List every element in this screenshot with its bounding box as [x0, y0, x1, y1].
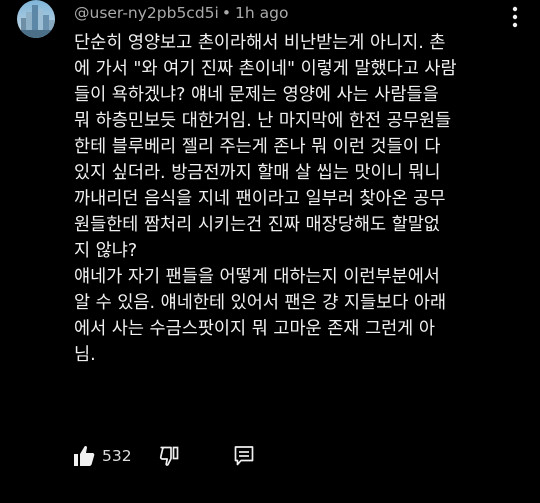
more-vert-icon [512, 6, 518, 28]
comment-text-line: 알 수 있음. 얘네한테 있어서 팬은 걍 지들보다 아래 [74, 293, 447, 313]
comment-actions: 532 [72, 444, 292, 470]
comment-item: @user-ny2pb5cd5i • 1h ago 단순히 영양보고 촌이라해서 비… [0, 0, 540, 503]
avatar[interactable] [17, 0, 55, 38]
comment-timestamp[interactable]: 1h ago [235, 4, 288, 22]
comment-text-line: 님. [74, 345, 96, 365]
comment-text-line: 들이 욕하겠냐? 얘네 문제는 영양에 사는 사람들을 [74, 85, 439, 105]
thumbs-down-outline-icon [159, 446, 179, 466]
comment-text-line: 뭐 하층민보듯 대한거임. 난 마지막에 한전 공무원들 [74, 111, 452, 131]
meta-separator: • [221, 4, 231, 22]
comment-text-line: 한테 블루베리 젤리 주는게 존나 뭐 이런 것들이 다 [74, 137, 441, 157]
comment-text-line: 에서 사는 수금스팟이지 뭐 고마운 존재 그런게 아 [74, 319, 435, 339]
comment-reply-icon [234, 446, 254, 466]
comment-header: @user-ny2pb5cd5i • 1h ago [74, 3, 288, 23]
like-count: 532 [102, 447, 132, 465]
comment-text-line: 있지 싶더라. 방금전까지 할매 살 씹는 맛이니 뭐니 [74, 163, 441, 183]
thumbs-up-filled-icon [74, 446, 95, 466]
city-skyline-avatar-icon [17, 0, 55, 38]
comment-text: 단순히 영양보고 촌이라해서 비난받는게 아니지. 촌 에 가서 "와 여기 진… [74, 30, 504, 368]
comment-text-line: 까내리던 음식을 지네 팬이라고 일부러 찾아온 공무 [74, 189, 446, 209]
comment-text-line: 원들한테 짬처리 시키는건 진짜 매장당해도 할말없 [74, 215, 440, 235]
like-button[interactable] [72, 444, 96, 468]
comment-text-line: 에 가서 "와 여기 진짜 촌이네" 이렇게 말했다고 사람 [74, 59, 457, 79]
reply-button[interactable] [232, 444, 256, 468]
more-options-button[interactable] [508, 4, 522, 30]
dislike-button[interactable] [158, 444, 182, 468]
author-name[interactable]: @user-ny2pb5cd5i [74, 4, 219, 22]
comment-text-line: 지 않냐? [74, 241, 138, 261]
comment-text-line: 얘네가 자기 팬들을 어떻게 대하는지 이런부분에서 [74, 267, 440, 287]
comment-text-line: 단순히 영양보고 촌이라해서 비난받는게 아니지. 촌 [74, 33, 446, 53]
